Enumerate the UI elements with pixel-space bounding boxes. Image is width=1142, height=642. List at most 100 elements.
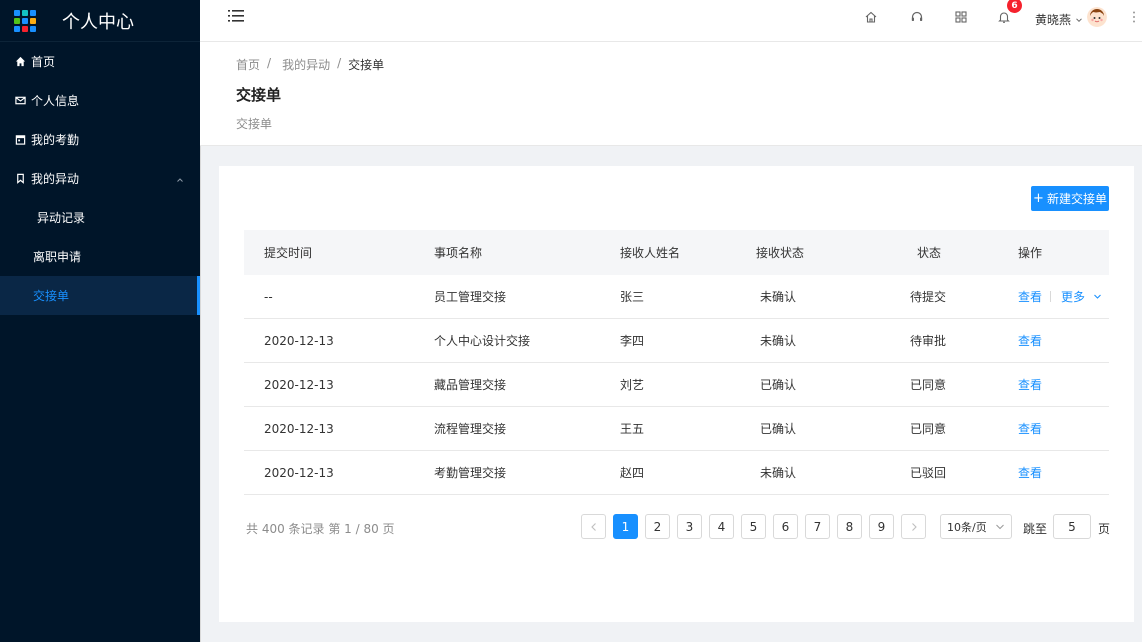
chevron-down-icon — [996, 524, 1004, 530]
bell-icon[interactable] — [997, 10, 1011, 27]
sidebar-menu: 首页 个人信息 我的考勤 我的异动 异动记录 离职申请 交接单 — [0, 42, 200, 315]
sidebar-item-changes[interactable]: 我的异动 — [0, 159, 200, 198]
mail-icon — [14, 95, 26, 107]
apps-icon[interactable] — [954, 10, 968, 27]
table-row: 2020-12-13 考勤管理交接 赵四 未确认 已驳回 查看 — [244, 451, 1109, 495]
more-vertical-icon[interactable] — [1132, 10, 1136, 27]
sidebar-item-home[interactable]: 首页 — [0, 42, 200, 81]
plus-icon: + — [1033, 191, 1044, 206]
sidebar-subitem-label: 交接单 — [33, 289, 70, 303]
page-button[interactable]: 4 — [709, 514, 734, 539]
page-button[interactable]: 1 — [613, 514, 638, 539]
grid-dot — [30, 25, 36, 32]
home-icon[interactable] — [864, 10, 878, 27]
app-grid-icon[interactable] — [14, 9, 36, 32]
action-divider — [1050, 291, 1052, 302]
chevron-left-icon — [590, 522, 596, 531]
cell-status: 已驳回 — [910, 466, 947, 480]
page-button[interactable]: 6 — [773, 514, 798, 539]
sidebar-item-profile[interactable]: 个人信息 — [0, 81, 200, 120]
cell-item-name: 流程管理交接 — [434, 422, 507, 436]
breadcrumb-separator: / — [337, 56, 342, 70]
cell-status: 待提交 — [910, 290, 947, 304]
grid-dot — [14, 25, 20, 32]
cell-receiver: 刘艺 — [620, 378, 645, 392]
cell-receive-status: 已确认 — [760, 378, 797, 392]
sidebar-subitem-label: 异动记录 — [37, 211, 86, 225]
new-handover-button[interactable]: + 新建交接单 — [1031, 186, 1109, 211]
sidebar-subitem-handover[interactable]: 交接单 — [0, 276, 200, 315]
sidebar-subitem-resignation[interactable]: 离职申请 — [0, 237, 200, 276]
cell-receive-status: 已确认 — [760, 422, 797, 436]
table-row: 2020-12-13 流程管理交接 王五 已确认 已同意 查看 — [244, 407, 1109, 451]
page-button[interactable]: 8 — [837, 514, 862, 539]
view-link[interactable]: 查看 — [1018, 376, 1042, 393]
page-button[interactable]: 9 — [869, 514, 894, 539]
sidebar-item-attendance[interactable]: 我的考勤 — [0, 120, 200, 159]
table-row: -- 员工管理交接 张三 未确认 待提交 查看 更多 — [244, 275, 1109, 319]
grid-dot — [14, 9, 20, 16]
page-button[interactable]: 5 — [741, 514, 766, 539]
cell-actions: 查看 更多 — [1018, 275, 1102, 318]
content-card: + 新建交接单 提交时间 事项名称 接收人姓名 接收状态 状态 操作 -- 员工… — [219, 166, 1134, 622]
chevron-down-icon — [1076, 17, 1082, 22]
page-size-select[interactable]: 10条/页 — [940, 514, 1012, 539]
table-header: 提交时间 事项名称 接收人姓名 接收状态 状态 操作 — [244, 230, 1109, 275]
bookmark-icon — [14, 173, 26, 185]
next-page-button[interactable] — [901, 514, 926, 539]
view-link[interactable]: 查看 — [1018, 420, 1042, 437]
cell-receive-status: 未确认 — [760, 466, 797, 480]
more-actions-dropdown[interactable]: 更多 — [1061, 288, 1102, 305]
cell-status: 已同意 — [910, 378, 947, 392]
cell-actions: 查看 — [1018, 363, 1042, 406]
cell-actions: 查看 — [1018, 407, 1042, 450]
cell-receiver: 张三 — [620, 290, 645, 304]
top-header: 6 黄晓燕 — [200, 0, 1142, 42]
cell-item-name: 员工管理交接 — [434, 290, 507, 304]
grid-dot — [22, 9, 28, 16]
page-button[interactable]: 2 — [645, 514, 670, 539]
pagination-total: 共 400 条记录 第 1 / 80 页 — [246, 522, 395, 536]
cell-actions: 查看 — [1018, 451, 1042, 494]
sidebar-subitem-label: 离职申请 — [33, 250, 82, 264]
page-title: 交接单 — [236, 86, 282, 104]
breadcrumb-separator: / — [267, 56, 272, 70]
grid-dot — [30, 9, 36, 16]
chevron-up-icon[interactable] — [176, 173, 184, 187]
cell-submit-time: -- — [264, 289, 273, 304]
view-link[interactable]: 查看 — [1018, 332, 1042, 349]
sidebar-subitem-change-records[interactable]: 异动记录 — [0, 198, 200, 237]
column-header: 接收人姓名 — [620, 246, 681, 260]
app-title: 个人中心 — [62, 11, 134, 33]
prev-page-button[interactable] — [581, 514, 606, 539]
column-header: 状态 — [917, 246, 942, 260]
sidebar-item-label: 首页 — [31, 55, 56, 69]
cell-status: 待审批 — [910, 334, 947, 348]
view-link[interactable]: 查看 — [1018, 464, 1042, 481]
breadcrumb-home[interactable]: 首页 — [236, 56, 260, 73]
calendar-icon — [14, 134, 26, 146]
cell-submit-time: 2020-12-13 — [264, 333, 334, 348]
menu-toggle-icon[interactable] — [228, 9, 244, 26]
grid-dot — [14, 17, 20, 24]
cell-receive-status: 未确认 — [760, 290, 797, 304]
view-link[interactable]: 查看 — [1018, 288, 1042, 305]
avatar[interactable] — [1087, 7, 1107, 27]
page-button[interactable]: 3 — [677, 514, 702, 539]
cell-submit-time: 2020-12-13 — [264, 421, 334, 436]
new-handover-label: 新建交接单 — [1046, 192, 1107, 206]
cell-actions: 查看 — [1018, 319, 1042, 362]
headset-icon[interactable] — [910, 10, 924, 27]
jump-page-input[interactable] — [1053, 514, 1091, 539]
sidebar: 个人中心 首页 个人信息 我的考勤 我的异动 异动记录 离职申请 交接单 — [0, 0, 200, 642]
breadcrumb-changes[interactable]: 我的异动 — [282, 56, 330, 73]
sidebar-item-label: 我的异动 — [31, 172, 80, 186]
cell-receiver: 赵四 — [620, 466, 645, 480]
breadcrumb-current: 交接单 — [348, 58, 385, 72]
page-description: 交接单 — [236, 117, 273, 131]
cell-item-name: 考勤管理交接 — [434, 466, 507, 480]
user-menu[interactable]: 黄晓燕 — [1035, 11, 1083, 28]
page-button[interactable]: 7 — [805, 514, 830, 539]
cell-status: 已同意 — [910, 422, 947, 436]
jump-suffix: 页 — [1098, 522, 1111, 536]
